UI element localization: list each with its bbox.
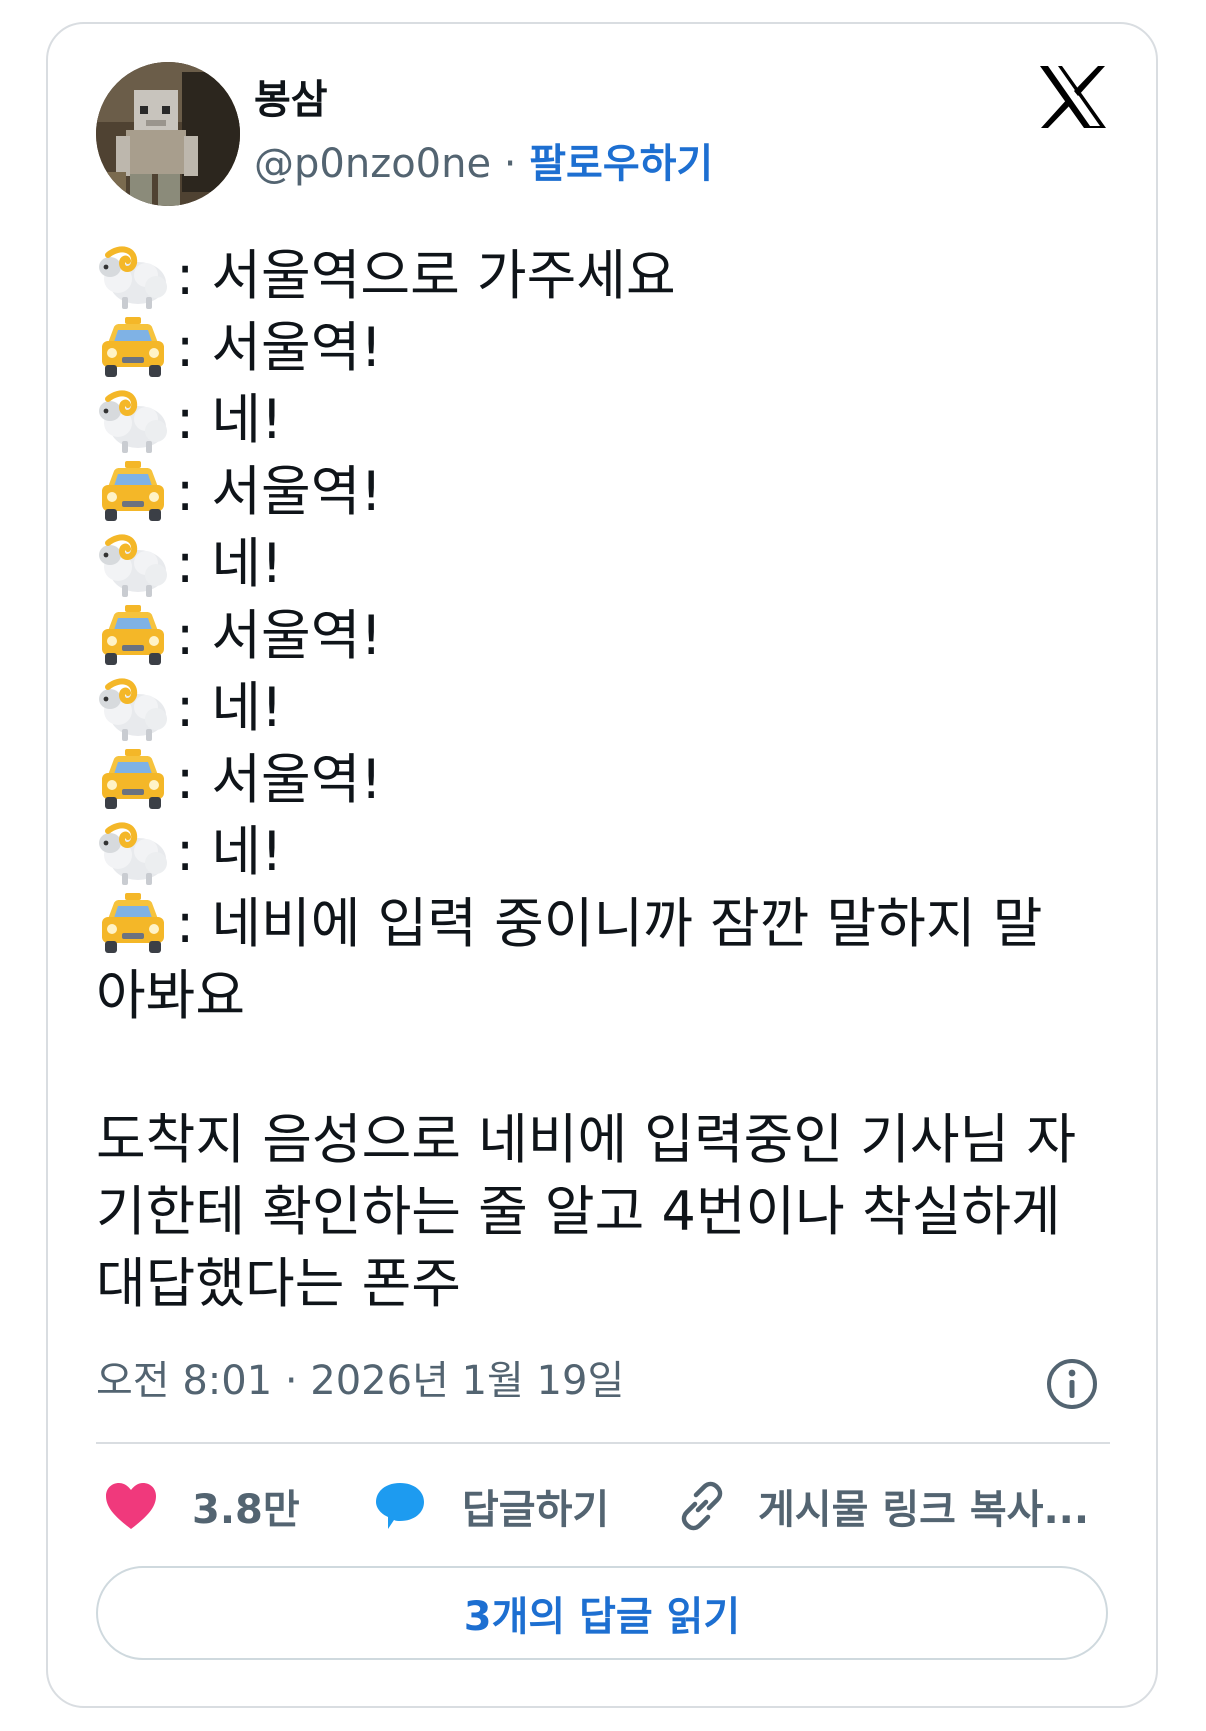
user-handle[interactable]: @p0nzo0ne	[254, 141, 491, 187]
dialogue-text: : 서울역으로 가주세요	[176, 244, 676, 307]
dialogue-text: : 네!	[176, 532, 283, 595]
divider	[96, 1442, 1110, 1444]
copy-link-button[interactable]: 게시물 링크 복사...	[676, 1476, 1089, 1536]
tweet-text: : 서울역으로 가주세요 : 서울역! : 네! : 서울역! : 네! : 서울역! : …	[96, 240, 1116, 1320]
ram-icon	[96, 240, 176, 312]
dialogue-text: : 네!	[176, 820, 283, 883]
reply-button[interactable]: 답글하기	[374, 1476, 609, 1536]
explanation-line: 도착지 음성으로 네비에 입력중인 기사님 자	[96, 1108, 1077, 1171]
handle-separator: ·	[503, 141, 517, 187]
read-replies-label: 3개의 답글 읽기	[463, 1594, 741, 1640]
taxi-icon	[96, 456, 176, 528]
dialogue-text: : 서울역!	[176, 604, 383, 667]
link-icon	[681, 1481, 723, 1531]
explanation-line: 대답했다는 폰주	[96, 1252, 461, 1315]
copy-link-label: 게시물 링크 복사...	[758, 1487, 1090, 1533]
x-logo-icon[interactable]	[1038, 64, 1108, 130]
handle-line: @p0nzo0ne · 팔로우하기	[254, 138, 713, 190]
taxi-icon	[96, 600, 176, 672]
reply-label: 답글하기	[462, 1487, 610, 1533]
info-icon[interactable]	[1045, 1357, 1099, 1411]
heart-icon	[106, 1483, 156, 1529]
dialogue-line: : 서울역!	[96, 744, 1116, 816]
like-button[interactable]: 3.8만	[104, 1476, 300, 1536]
dialogue-text: : 서울역!	[176, 316, 383, 379]
dialogue-line: : 서울역!	[96, 456, 1116, 528]
taxi-icon	[96, 312, 176, 384]
taxi-icon	[96, 744, 176, 816]
dialogue-text: : 네!	[176, 676, 283, 739]
dialogue-wrap-line: 아봐요	[96, 964, 246, 1027]
follow-button[interactable]: 팔로우하기	[529, 141, 713, 187]
dialogue-line: : 서울역!	[96, 312, 1116, 384]
dialogue-line: : 네비에 입력 중이니까 잠깐 말하지 말	[96, 888, 1116, 960]
taxi-icon	[96, 888, 176, 960]
dialogue-line: : 네!	[96, 672, 1116, 744]
dialogue-line: : 네!	[96, 816, 1116, 888]
ram-icon	[96, 816, 176, 888]
dialogue-line: : 네!	[96, 528, 1116, 600]
speech-bubble-icon	[376, 1483, 424, 1529]
avatar[interactable]	[96, 62, 240, 206]
ram-icon	[96, 528, 176, 600]
dialogue-line: : 서울역!	[96, 600, 1116, 672]
ram-icon	[96, 672, 176, 744]
dialogue-line: : 네!	[96, 384, 1116, 456]
ram-icon	[96, 384, 176, 456]
dialogue: : 서울역으로 가주세요 : 서울역! : 네! : 서울역! : 네! : 서울역! : …	[96, 240, 1116, 960]
like-count: 3.8만	[192, 1487, 300, 1533]
explanation-line: 기한테 확인하는 줄 알고 4번이나 착실하게	[96, 1180, 1061, 1243]
dialogue-line: : 서울역으로 가주세요	[96, 240, 1116, 312]
display-name[interactable]: 봉삼	[254, 74, 328, 126]
dialogue-text: : 네!	[176, 388, 283, 451]
read-replies-button[interactable]: 3개의 답글 읽기	[96, 1566, 1108, 1660]
timestamp[interactable]: 오전 8:01 · 2026년 1월 19일	[96, 1355, 624, 1407]
dialogue-text: : 서울역!	[176, 748, 383, 811]
dialogue-text: : 서울역!	[176, 460, 383, 523]
dialogue-text: : 네비에 입력 중이니까 잠깐 말하지 말	[176, 892, 1043, 955]
